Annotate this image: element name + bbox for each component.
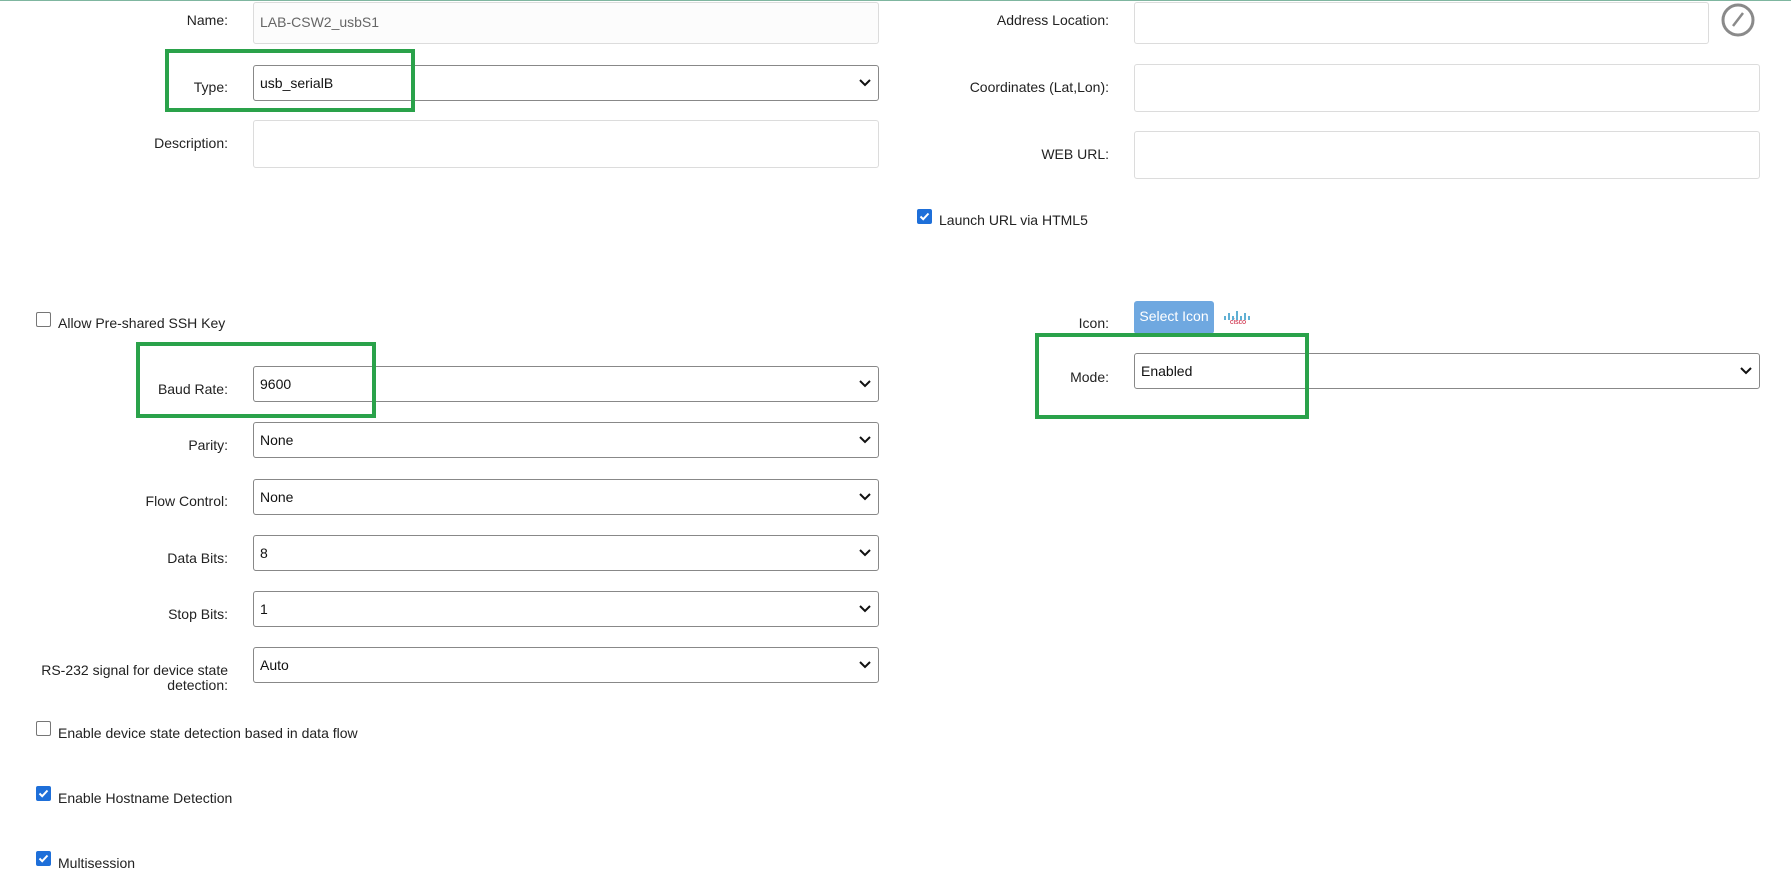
rs232-select[interactable]: Auto <box>253 647 879 683</box>
cisco-logo-icon: cisco <box>1223 309 1253 327</box>
multisession-checkbox[interactable] <box>36 851 51 866</box>
launch-url-html5-label: Launch URL via HTML5 <box>939 212 1088 228</box>
chevron-down-icon <box>858 536 872 570</box>
rs232-value: Auto <box>260 657 289 673</box>
compass-icon[interactable] <box>1720 2 1756 38</box>
chevron-down-icon <box>858 367 872 401</box>
web-url-input[interactable] <box>1134 131 1760 179</box>
data-bits-label: Data Bits: <box>167 550 228 566</box>
coordinates-label: Coordinates (Lat,Lon): <box>969 79 1109 95</box>
flow-control-value: None <box>260 489 294 505</box>
chevron-down-icon <box>858 480 872 514</box>
icon-label: Icon: <box>1078 315 1109 331</box>
stop-bits-label: Stop Bits: <box>168 606 228 622</box>
description-label: Description: <box>154 135 228 151</box>
description-input[interactable] <box>253 120 879 168</box>
name-label: Name: <box>186 12 228 28</box>
mode-highlight-box <box>1035 333 1309 419</box>
stop-bits-value: 1 <box>260 601 268 617</box>
chevron-down-icon <box>1739 354 1753 388</box>
coordinates-input[interactable] <box>1134 64 1760 112</box>
multisession-label: Multisession <box>58 855 136 871</box>
address-location-label: Address Location: <box>996 12 1109 28</box>
baud-rate-highlight-box <box>136 342 376 418</box>
check-icon <box>38 789 49 798</box>
name-input[interactable]: LAB-CSW2_usbS1 <box>253 2 879 44</box>
address-location-input[interactable] <box>1134 2 1709 44</box>
flow-control-label: Flow Control: <box>145 493 228 509</box>
top-border <box>0 0 1791 1</box>
rs232-label-line2: detection: <box>167 677 228 693</box>
chevron-down-icon <box>858 66 872 100</box>
select-icon-button[interactable]: Select Icon <box>1134 301 1214 334</box>
stop-bits-select[interactable]: 1 <box>253 591 879 627</box>
allow-ssh-key-checkbox[interactable] <box>36 312 51 327</box>
parity-value: None <box>260 432 294 448</box>
hostname-detection-checkbox[interactable] <box>36 786 51 801</box>
type-highlight-box <box>165 49 415 112</box>
web-url-label: WEB URL: <box>1041 146 1109 162</box>
launch-url-html5-checkbox[interactable] <box>917 209 932 224</box>
rs232-label-line1: RS-232 signal for device state <box>41 662 228 678</box>
check-icon <box>38 854 49 863</box>
chevron-down-icon <box>858 648 872 682</box>
check-icon <box>919 212 930 221</box>
cisco-logo-text: cisco <box>1230 319 1246 326</box>
chevron-down-icon <box>858 592 872 626</box>
data-bits-value: 8 <box>260 545 268 561</box>
allow-ssh-key-label: Allow Pre-shared SSH Key <box>58 315 226 331</box>
flow-control-select[interactable]: None <box>253 479 879 515</box>
parity-select[interactable]: None <box>253 422 879 458</box>
state-detection-label: Enable device state detection based in d… <box>58 725 358 741</box>
data-bits-select[interactable]: 8 <box>253 535 879 571</box>
hostname-detection-label: Enable Hostname Detection <box>58 790 233 806</box>
chevron-down-icon <box>858 423 872 457</box>
parity-label: Parity: <box>188 437 228 453</box>
state-detection-checkbox[interactable] <box>36 721 51 736</box>
